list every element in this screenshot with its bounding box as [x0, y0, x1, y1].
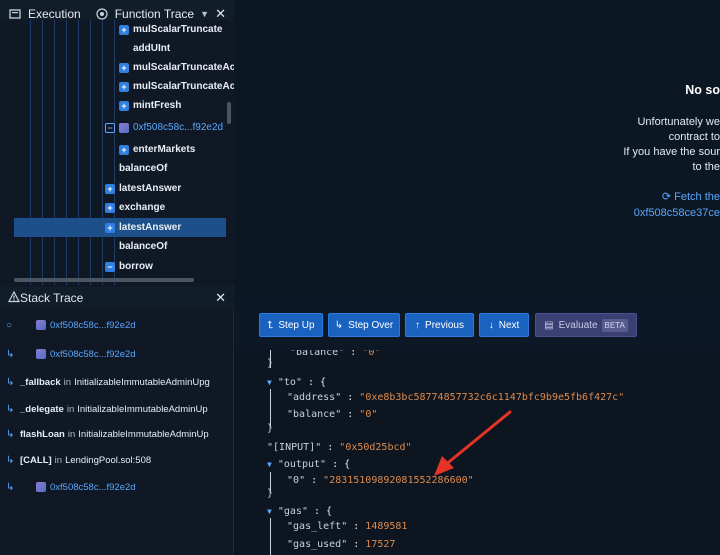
expand-icon[interactable]: +: [119, 144, 129, 155]
tree-item[interactable]: + mintFresh: [14, 96, 226, 115]
return-arrow-icon: ↳: [6, 403, 15, 415]
code-line: "balance" : "0": [290, 350, 381, 358]
step-up-button[interactable]: ⮤ Step Up: [259, 313, 323, 337]
code-line: }: [267, 488, 274, 499]
message-line: to the: [692, 161, 720, 173]
code-line: }: [267, 423, 274, 434]
tree-item-contract[interactable]: − 0xf508c58c...f92e2d: [14, 118, 226, 137]
stack-row[interactable]: ↳ [CALL] in LendingPool.sol:508: [0, 447, 234, 473]
collapse-icon[interactable]: −: [105, 122, 115, 133]
step-over-button[interactable]: ↳ Step Over: [328, 313, 400, 337]
message-line: contract to: [668, 131, 720, 143]
expand-icon[interactable]: +: [119, 62, 129, 73]
tree-item[interactable]: + mulScalarTruncate: [14, 20, 226, 39]
contract-icon: [36, 482, 46, 492]
code-line: }: [267, 358, 274, 369]
code-line: "balance" : "0": [287, 409, 378, 420]
tree-item[interactable]: + mulScalarTruncateAc: [14, 77, 234, 96]
refresh-icon: ⟳: [661, 191, 675, 203]
trace-data-viewer: "balance" : "0" } ▼ "to" : { "address" :…: [260, 350, 720, 555]
message-line: If you have the sour: [623, 146, 720, 158]
contract-address-link[interactable]: 0xf508c58ce37ce: [634, 207, 720, 219]
expand-icon[interactable]: +: [119, 81, 129, 92]
return-arrow-icon: ↳: [6, 454, 15, 466]
evaluate-button[interactable]: ▤ Evaluate BETA: [535, 313, 637, 337]
tree-item[interactable]: + exchange: [14, 198, 226, 217]
code-line: "0" : "28315109892081552286600": [287, 475, 474, 486]
stack-row[interactable]: ↳ flashLoan in InitializableImmutableAdmin…: [0, 421, 234, 447]
stack-row[interactable]: ↳ _fallback in InitializableImmutableAdmin…: [0, 369, 234, 395]
collapse-triangle-icon[interactable]: ▼: [267, 507, 272, 516]
message-line: Unfortunately we: [637, 116, 720, 128]
expand-icon[interactable]: +: [119, 100, 129, 111]
tree-item[interactable]: balanceOf: [14, 159, 226, 178]
tree-item[interactable]: − borrow: [14, 257, 226, 276]
tree-item[interactable]: + enterMarkets: [14, 140, 226, 159]
contract-icon: [36, 349, 46, 359]
code-line: "gas_used" : 17527: [287, 539, 396, 550]
tree-item[interactable]: balanceOf: [14, 237, 226, 256]
collapse-icon[interactable]: −: [105, 261, 115, 272]
no-source-title: No so: [685, 83, 720, 97]
contract-icon: [119, 122, 129, 133]
step-over-icon: ↳: [334, 319, 344, 331]
vertical-scrollbar[interactable]: [227, 102, 231, 124]
expand-icon[interactable]: +: [105, 222, 115, 233]
tab-function-trace[interactable]: Function Trace: [115, 7, 194, 21]
expand-icon[interactable]: +: [119, 24, 129, 35]
circle-icon: ○: [6, 319, 13, 331]
stack-trace-title: Stack Trace: [20, 291, 84, 305]
tree-item[interactable]: + mulScalarTruncateAc: [14, 58, 234, 77]
execution-icon: [8, 7, 22, 21]
code-line: "gas_left" : 1489581: [287, 521, 408, 532]
stack-row[interactable]: ↳ _delegate in InitializableImmutableAdmin…: [0, 396, 234, 422]
tree-item[interactable]: + latestAnswer: [14, 179, 226, 198]
return-arrow-icon: ↳: [6, 428, 15, 440]
code-line: "address" : "0xe8b3bc58774857732c6c1147b…: [287, 392, 625, 403]
target-icon: [95, 7, 109, 21]
function-trace-tree: + mulScalarTruncate addUInt + mulScalarTru…: [0, 20, 234, 285]
stack-row[interactable]: ↳ 0xf508c58c...f92e2d: [0, 474, 234, 500]
arrow-down-icon: ↓: [488, 319, 494, 331]
collapse-triangle-icon[interactable]: ▼: [267, 460, 272, 469]
beta-badge: BETA: [601, 318, 628, 332]
stack-row[interactable]: ○ 0xf508c58c...f92e2d: [0, 312, 234, 338]
code-line[interactable]: ▼ "to" : {: [267, 377, 326, 388]
fetch-contract-link[interactable]: ⟳ Fetch the: [662, 190, 720, 203]
step-up-icon: ⮤: [267, 319, 274, 331]
left-panel: Execution Function Trace ▼ ✕ + mulScalarT…: [0, 0, 234, 555]
debugger-toolbar: ⮤ Step Up ↳ Step Over ↑ Previous ↓ Next ▤ Eva…: [234, 300, 720, 350]
tree-item-selected[interactable]: + latestAnswer: [14, 218, 226, 237]
previous-button[interactable]: ↑ Previous: [405, 313, 474, 337]
next-button[interactable]: ↓ Next: [479, 313, 529, 337]
tree-item[interactable]: addUInt: [14, 39, 226, 58]
expand-icon[interactable]: +: [105, 183, 115, 194]
expand-icon[interactable]: +: [105, 202, 115, 213]
arrow-up-icon: ↑: [415, 319, 421, 331]
warning-triangle-icon: [8, 290, 20, 306]
code-line[interactable]: ▼ "output" : {: [267, 459, 350, 470]
collapse-triangle-icon[interactable]: ▼: [267, 378, 272, 387]
return-arrow-icon: ↳: [6, 348, 15, 360]
source-unavailable-panel: No so Unfortunately we contract to If yo…: [234, 0, 720, 300]
stack-trace-header: Stack Trace ✕: [0, 287, 234, 309]
tab-execution[interactable]: Execution: [28, 7, 81, 21]
contract-icon: [36, 320, 46, 330]
return-arrow-icon: ↳: [6, 481, 15, 493]
stack-row[interactable]: ↳ 0xf508c58c...f92e2d: [0, 341, 234, 367]
code-line[interactable]: ▼ "gas" : {: [267, 506, 332, 517]
horizontal-scrollbar[interactable]: [14, 278, 194, 282]
calculator-icon: ▤: [544, 319, 554, 331]
chevron-down-icon[interactable]: ▼: [200, 9, 209, 19]
return-arrow-icon: ↳: [6, 376, 15, 388]
close-stack-trace-icon[interactable]: ✕: [215, 290, 226, 306]
code-line: "[INPUT]" : "0x50d25bcd": [267, 442, 412, 453]
